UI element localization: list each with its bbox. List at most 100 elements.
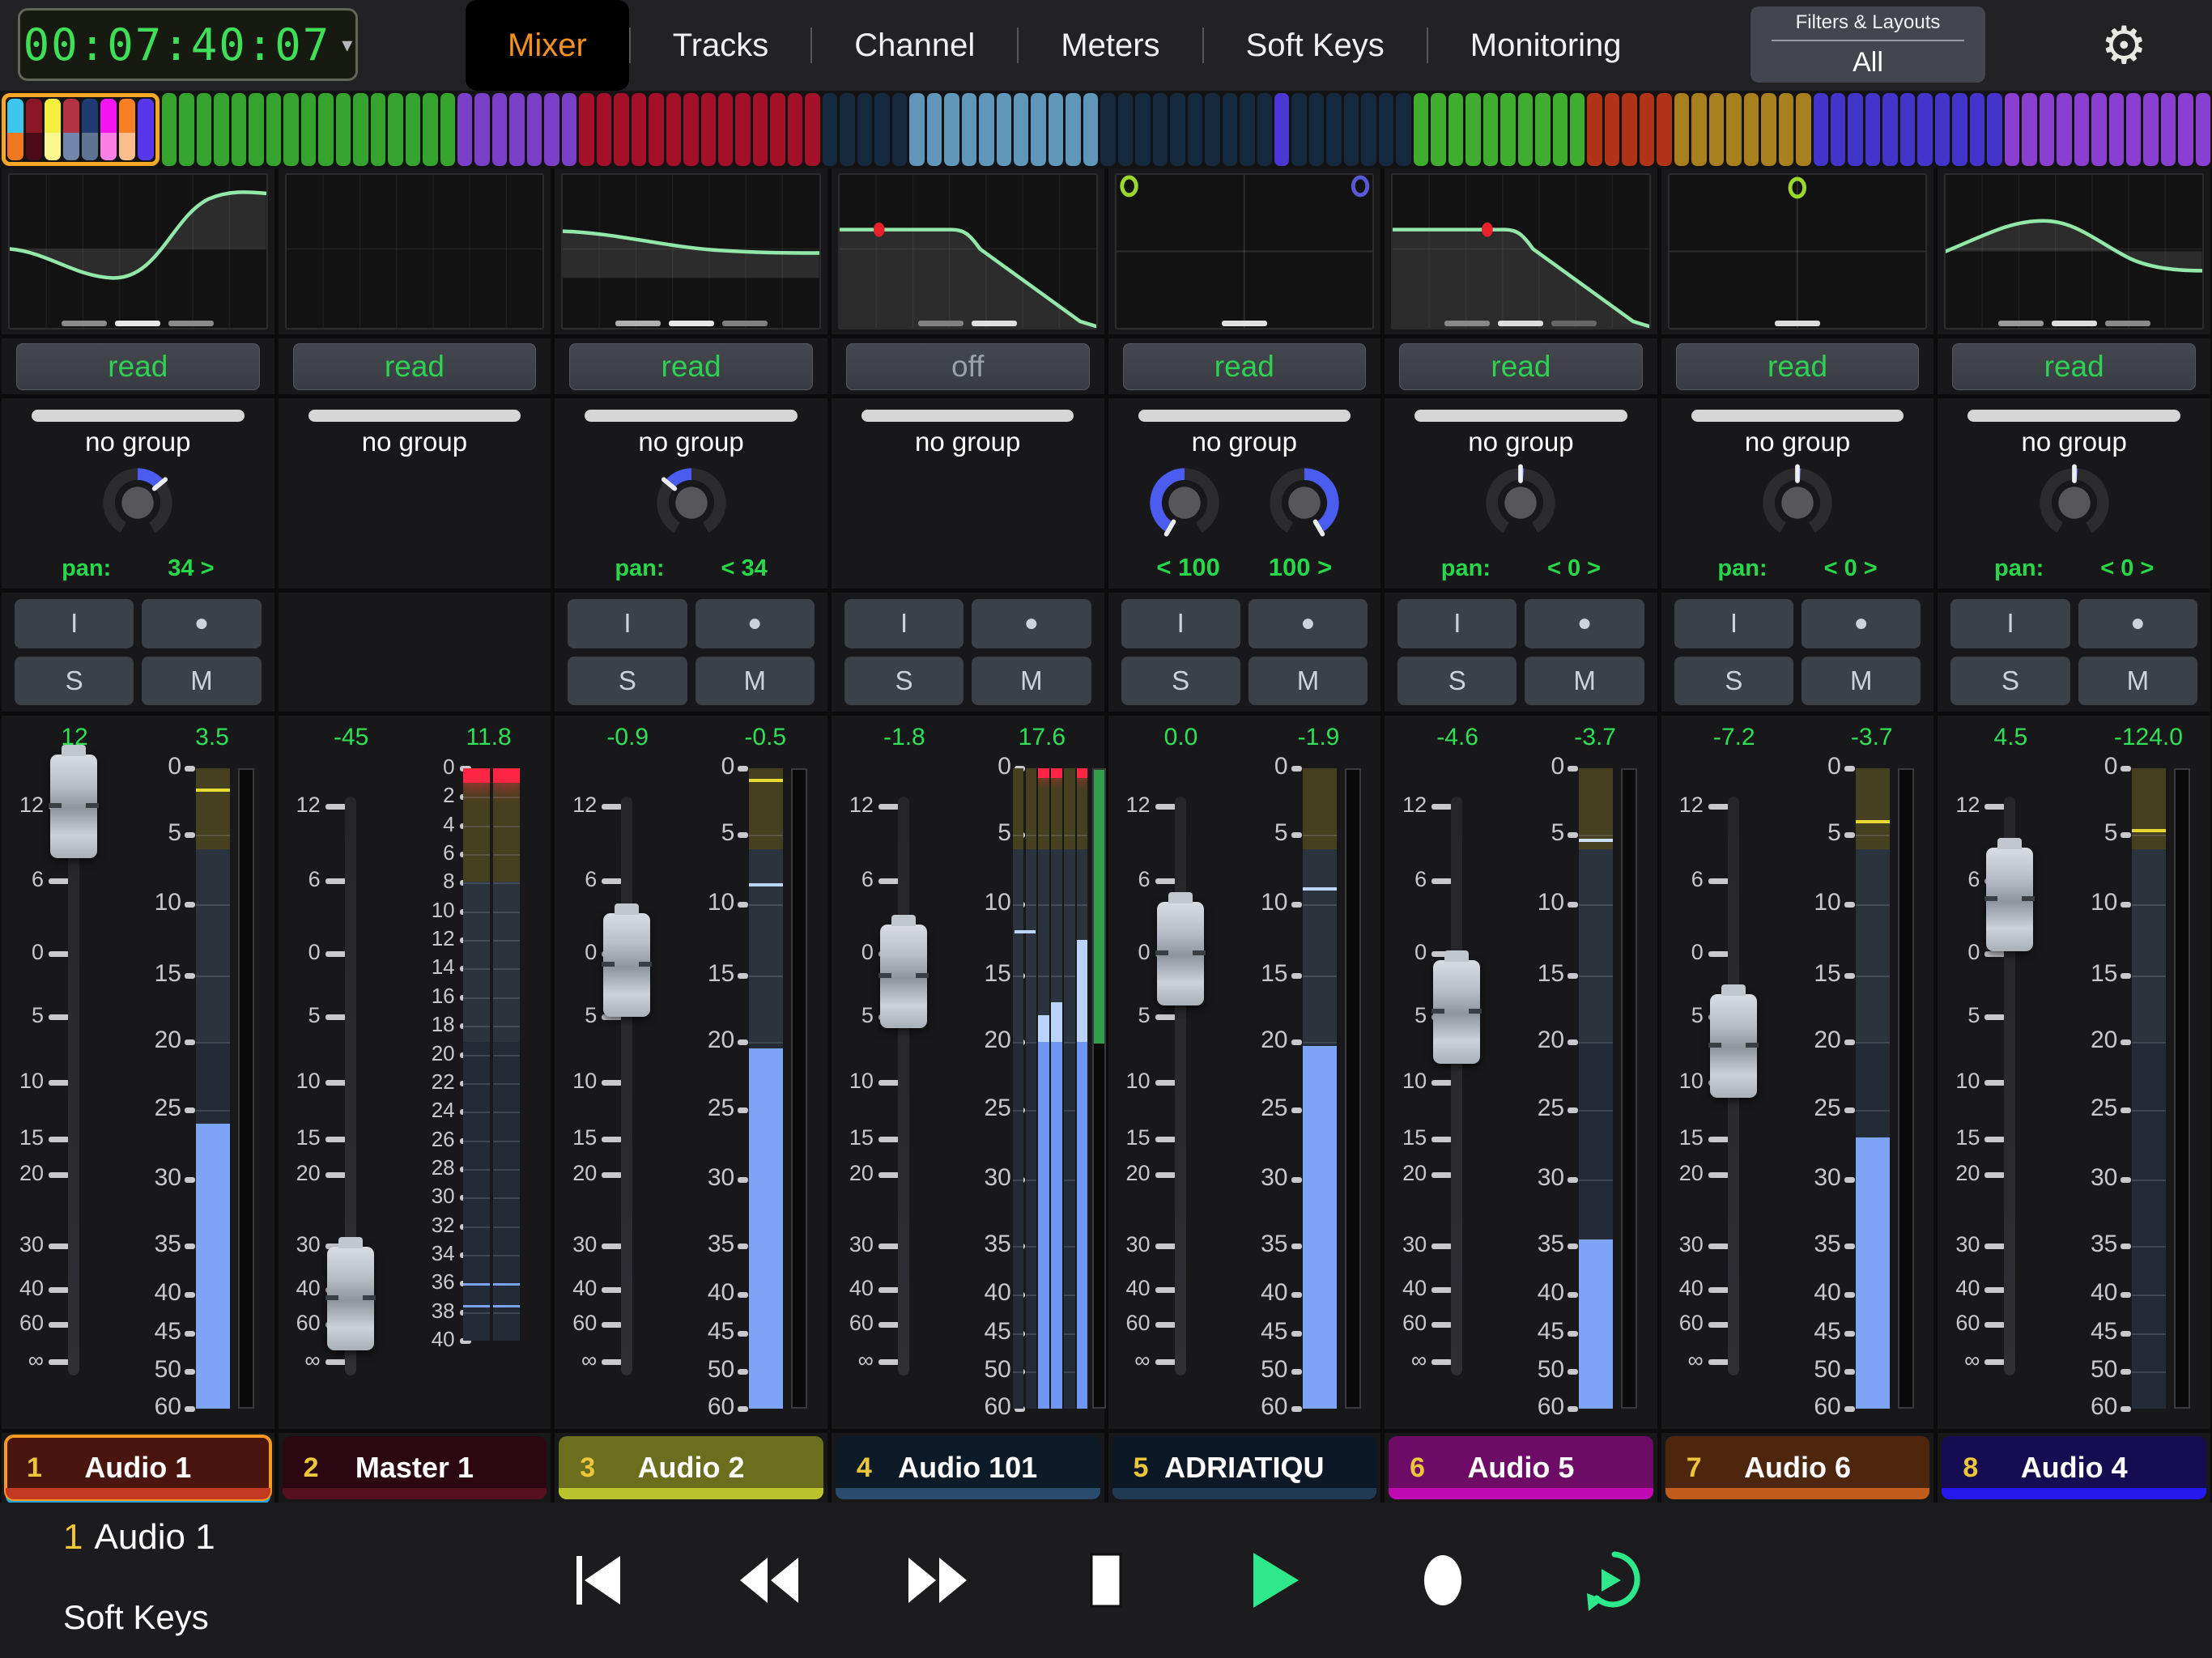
play-button[interactable] bbox=[1242, 1548, 1307, 1613]
track-color-bar[interactable] bbox=[1223, 93, 1237, 166]
track-color-bar[interactable] bbox=[2091, 93, 2106, 166]
fader-cap[interactable] bbox=[603, 913, 650, 1017]
track-color-bar[interactable] bbox=[1935, 93, 1950, 166]
mute-button[interactable]: M bbox=[1249, 657, 1368, 706]
track-color-scrollbar[interactable] bbox=[0, 91, 2212, 168]
track-color-bar[interactable] bbox=[1535, 93, 1550, 166]
settings-gear-icon[interactable]: ⚙ bbox=[2101, 11, 2147, 79]
track-color-bar[interactable] bbox=[2126, 93, 2141, 166]
track-color-bar[interactable] bbox=[1414, 93, 1428, 166]
track-color-bar[interactable] bbox=[1066, 93, 1080, 166]
track-color-bar[interactable] bbox=[162, 93, 177, 166]
track-color-bar[interactable] bbox=[388, 93, 402, 166]
track-color-bar[interactable] bbox=[1761, 93, 1776, 166]
track-color-bar[interactable] bbox=[562, 93, 576, 166]
solo-button[interactable]: S bbox=[844, 657, 963, 706]
group-bar[interactable] bbox=[1967, 410, 2180, 422]
track-color-bar[interactable] bbox=[632, 93, 646, 166]
track-color-bar[interactable] bbox=[735, 93, 750, 166]
track-color-bar[interactable] bbox=[597, 93, 611, 166]
track-color-bar[interactable] bbox=[1361, 93, 1376, 166]
track-color-bar[interactable] bbox=[1135, 93, 1150, 166]
track-color-bar[interactable] bbox=[840, 93, 854, 166]
eq-thumbnail[interactable] bbox=[285, 173, 545, 329]
input-monitor-button[interactable]: I bbox=[1121, 599, 1240, 648]
track-color-bar[interactable] bbox=[1987, 93, 2001, 166]
mute-button[interactable]: M bbox=[1802, 657, 1921, 706]
track-color-bar[interactable] bbox=[82, 99, 98, 160]
track-color-bar[interactable] bbox=[1170, 93, 1185, 166]
track-color-bar[interactable] bbox=[1240, 93, 1254, 166]
track-color-bar[interactable] bbox=[579, 93, 593, 166]
track-color-bar[interactable] bbox=[805, 93, 819, 166]
automation-mode-button[interactable]: read bbox=[293, 343, 537, 390]
track-color-bar[interactable] bbox=[1100, 93, 1115, 166]
input-monitor-button[interactable]: I bbox=[1950, 599, 2069, 648]
pan-knob[interactable] bbox=[96, 461, 180, 545]
track-color-bar[interactable] bbox=[1083, 93, 1098, 166]
track-color-bar[interactable] bbox=[718, 93, 733, 166]
record-arm-button[interactable]: ● bbox=[1802, 599, 1921, 648]
track-color-bar[interactable] bbox=[283, 93, 298, 166]
solo-button[interactable]: S bbox=[568, 657, 687, 706]
track-color-bar[interactable] bbox=[2143, 93, 2158, 166]
stop-button[interactable] bbox=[1074, 1548, 1138, 1613]
track-color-bar[interactable] bbox=[1970, 93, 1984, 166]
track-color-bar[interactable] bbox=[1657, 93, 1671, 166]
track-color-bar[interactable] bbox=[26, 99, 42, 160]
track-color-bar[interactable] bbox=[944, 93, 959, 166]
track-color-bar[interactable] bbox=[892, 93, 907, 166]
track-color-bar[interactable] bbox=[371, 93, 385, 166]
eq-thumbnail[interactable] bbox=[1944, 173, 2204, 329]
track-color-bar[interactable] bbox=[1587, 93, 1602, 166]
group-bar[interactable] bbox=[308, 410, 521, 422]
record-arm-button[interactable]: ● bbox=[2078, 599, 2197, 648]
solo-button[interactable]: S bbox=[1674, 657, 1793, 706]
track-color-bar[interactable] bbox=[1796, 93, 1810, 166]
track-color-bar[interactable] bbox=[770, 93, 785, 166]
input-monitor-button[interactable]: I bbox=[1397, 599, 1516, 648]
solo-button[interactable]: S bbox=[1397, 657, 1516, 706]
tab-mixer[interactable]: Mixer bbox=[466, 0, 629, 91]
tab-meters[interactable]: Meters bbox=[1019, 0, 1202, 91]
track-color-bar[interactable] bbox=[1605, 93, 1619, 166]
track-color-bar[interactable] bbox=[1396, 93, 1410, 166]
track-color-bar[interactable] bbox=[683, 93, 698, 166]
input-monitor-button[interactable]: I bbox=[844, 599, 963, 648]
record-arm-button[interactable]: ● bbox=[696, 599, 815, 648]
track-color-bar[interactable] bbox=[1917, 93, 1932, 166]
track-color-bar[interactable] bbox=[249, 93, 263, 166]
track-color-bar[interactable] bbox=[857, 93, 872, 166]
fader-track[interactable] bbox=[621, 797, 632, 1375]
track-color-bar[interactable] bbox=[2005, 93, 2019, 166]
track-color-bar[interactable] bbox=[1049, 93, 1063, 166]
automation-mode-button[interactable]: read bbox=[1399, 343, 1643, 390]
track-color-bar[interactable] bbox=[440, 93, 455, 166]
channel-tile[interactable]: 6Audio 5 bbox=[1389, 1436, 1653, 1499]
eq-thumbnail[interactable] bbox=[1115, 173, 1375, 329]
fader-cap[interactable] bbox=[1433, 960, 1480, 1064]
track-color-bar[interactable] bbox=[1882, 93, 1897, 166]
track-color-bar[interactable] bbox=[2040, 93, 2054, 166]
solo-button[interactable]: S bbox=[1950, 657, 2069, 706]
group-bar[interactable] bbox=[1138, 410, 1351, 422]
track-color-bar[interactable] bbox=[63, 99, 79, 160]
filters-layouts-button[interactable]: Filters & Layouts All bbox=[1750, 6, 1985, 83]
group-bar[interactable] bbox=[861, 410, 1074, 422]
fader-track[interactable] bbox=[1175, 797, 1186, 1375]
record-arm-button[interactable]: ● bbox=[1525, 599, 1644, 648]
track-color-bar[interactable] bbox=[474, 93, 489, 166]
track-color-bar[interactable] bbox=[2196, 93, 2210, 166]
channel-tile[interactable]: 8Audio 4 bbox=[1942, 1436, 2206, 1499]
pan-knob[interactable] bbox=[1755, 461, 1840, 545]
track-color-bar[interactable] bbox=[1431, 93, 1445, 166]
automation-mode-button[interactable]: read bbox=[1952, 343, 2196, 390]
group-bar[interactable] bbox=[1691, 410, 1904, 422]
track-color-bar[interactable] bbox=[753, 93, 768, 166]
fader-track[interactable] bbox=[898, 797, 909, 1375]
pan-knob[interactable] bbox=[649, 461, 734, 545]
track-color-bar[interactable] bbox=[266, 93, 281, 166]
channel-tile[interactable]: 5ADRIATIQU bbox=[1112, 1436, 1377, 1499]
group-bar[interactable] bbox=[32, 410, 245, 422]
eq-thumbnail[interactable] bbox=[1391, 173, 1651, 329]
